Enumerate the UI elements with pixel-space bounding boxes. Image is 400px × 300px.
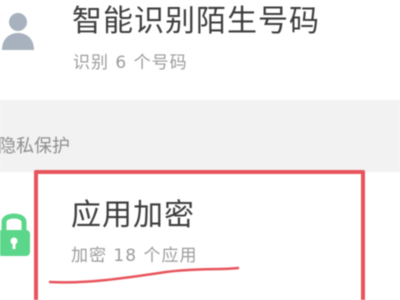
list-item-title: 应用加密 bbox=[71, 198, 195, 233]
list-item-identify-unknown-numbers[interactable]: 智能识别陌生号码 识别 6 个号码 bbox=[0, 0, 400, 88]
list-item-app-encryption[interactable]: 应用加密 加密 18 个应用 bbox=[0, 172, 400, 300]
person-icon bbox=[0, 6, 46, 54]
list-item-title: 智能识别陌生号码 bbox=[72, 4, 320, 39]
section-title: 隐私保护 bbox=[0, 136, 70, 157]
list-item-subtitle: 识别 6 个号码 bbox=[73, 53, 188, 73]
section-header: 隐私保护 bbox=[0, 100, 400, 172]
settings-screen: 智能识别陌生号码 识别 6 个号码 隐私保护 应用加密 加密 18 个应用 bbox=[0, 0, 400, 300]
lock-icon bbox=[0, 208, 34, 260]
list-item-subtitle: 加密 18 个应用 bbox=[71, 246, 198, 266]
